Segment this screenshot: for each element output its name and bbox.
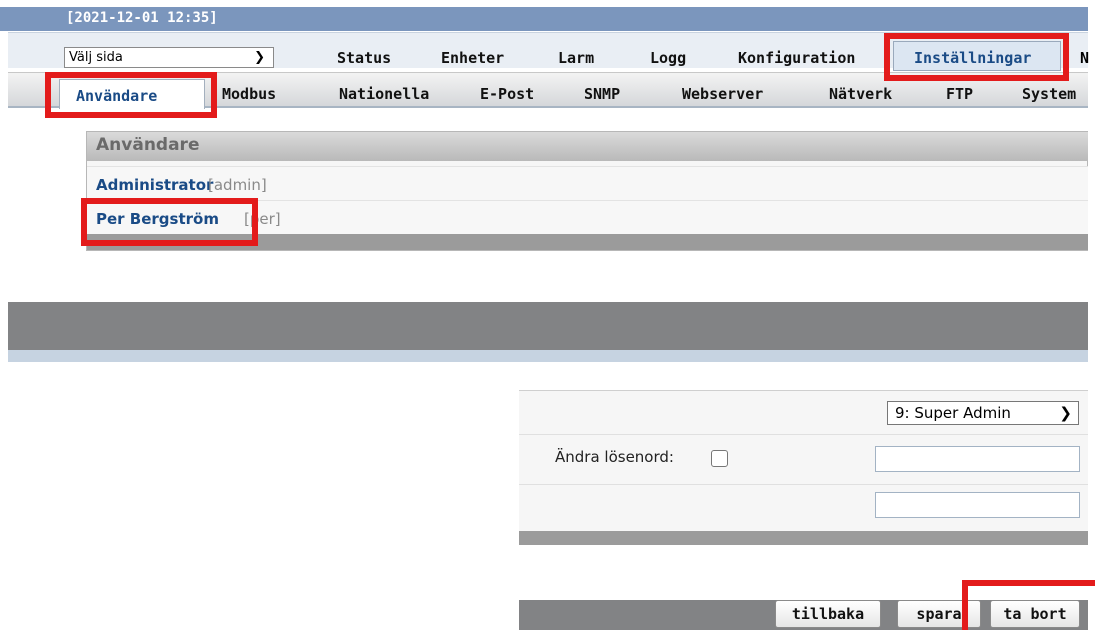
users-panel-title: Användare <box>96 135 200 155</box>
highlight-box <box>45 72 217 118</box>
section-band <box>8 302 1088 350</box>
change-password-label: Ändra lösenord: <box>555 448 674 466</box>
subtab-snmp[interactable]: SNMP <box>584 85 620 103</box>
highlight-box <box>884 33 1069 81</box>
divider <box>8 350 1088 362</box>
user-name-link[interactable]: Administrator <box>96 176 213 194</box>
tab-logg[interactable]: Logg <box>650 49 686 67</box>
page-select[interactable]: Välj sida ❯ <box>64 47 274 68</box>
subtab-nationella[interactable]: Nationella <box>339 85 429 103</box>
tab-enheter[interactable]: Enheter <box>441 49 504 67</box>
subtab-modbus[interactable]: Modbus <box>222 85 276 103</box>
subtab-epost[interactable]: E-Post <box>480 85 534 103</box>
highlight-box <box>81 198 258 246</box>
tab-larm[interactable]: Larm <box>558 49 594 67</box>
page: [2021-12-01 12:35] Välj sida ❯ Status En… <box>0 0 1095 630</box>
role-select[interactable]: 9: Super Admin ❯ <box>887 401 1079 425</box>
divider <box>519 484 1088 485</box>
user-form-footer <box>519 531 1088 545</box>
tab-more[interactable]: N <box>1080 49 1089 67</box>
tab-status[interactable]: Status <box>337 49 391 67</box>
highlight-box <box>962 580 1095 630</box>
subtab-natverk[interactable]: Nätverk <box>829 85 892 103</box>
password-confirm-field[interactable] <box>875 492 1080 518</box>
user-row-admin: Administrator [admin] <box>87 166 1088 201</box>
chevron-down-icon: ❯ <box>254 50 265 65</box>
timestamp: [2021-12-01 12:35] <box>66 10 218 26</box>
page-select-value: Välj sida <box>69 50 123 65</box>
users-panel-header <box>87 132 1088 161</box>
divider <box>519 434 1088 435</box>
role-select-value: 9: Super Admin <box>895 404 1011 422</box>
password-field[interactable] <box>875 446 1080 472</box>
chevron-down-icon: ❯ <box>1059 404 1072 422</box>
subtab-system[interactable]: System <box>1022 85 1076 103</box>
user-login: [admin] <box>208 176 267 194</box>
back-button[interactable]: tillbaka <box>775 600 881 628</box>
subtab-webserver[interactable]: Webserver <box>682 85 763 103</box>
change-password-checkbox[interactable] <box>711 450 728 467</box>
subtab-ftp[interactable]: FTP <box>946 85 973 103</box>
tab-konfiguration[interactable]: Konfiguration <box>738 49 855 67</box>
